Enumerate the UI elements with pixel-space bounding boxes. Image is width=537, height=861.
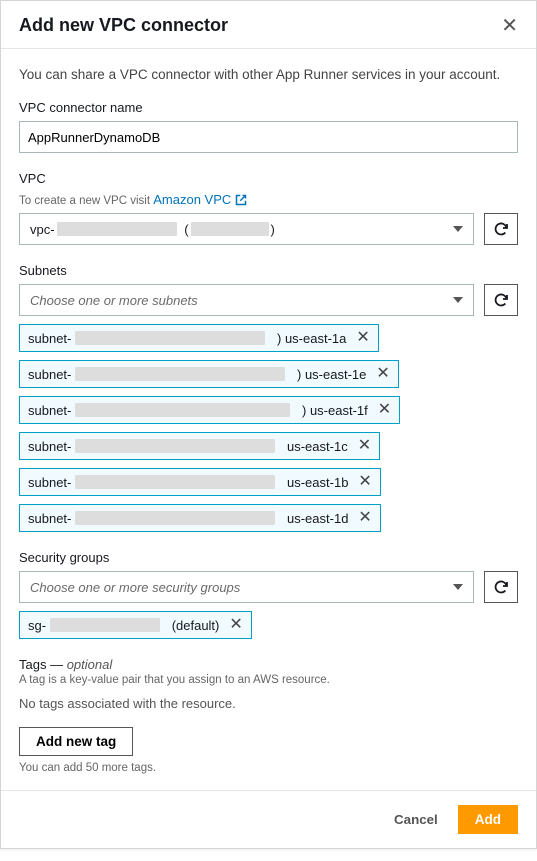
add-button[interactable]: Add [458,805,518,834]
vpc-refresh-button[interactable] [484,213,518,245]
vpc-select[interactable]: vpc- () [19,213,474,245]
subnet-token: subnet- ) us-east-1e ✕ [19,360,399,388]
close-icon[interactable]: ✕ [501,16,518,36]
security-groups-field: Security groups Choose one or more secur… [19,550,518,639]
vpc-connector-dialog: Add new VPC connector ✕ You can share a … [0,0,537,849]
remove-subnet-icon[interactable]: ✕ [356,330,369,346]
intro-text: You can share a VPC connector with other… [19,67,518,82]
redacted-text [50,618,160,632]
vpc-helper-prefix: To create a new VPC visit [19,195,153,207]
redacted-text [75,403,290,417]
subnet-token: subnet- ) us-east-1a ✕ [19,324,379,352]
tags-title: Tags — optional [19,657,518,672]
subnets-refresh-button[interactable] [484,284,518,316]
refresh-icon [493,221,509,237]
subnets-placeholder: Choose one or more subnets [30,293,198,308]
dialog-body: You can share a VPC connector with other… [1,49,536,790]
connector-name-label: VPC connector name [19,100,518,115]
external-link-icon [235,192,247,207]
security-groups-placeholder: Choose one or more security groups [30,580,240,595]
remove-subnet-icon[interactable]: ✕ [378,402,391,418]
connector-name-field: VPC connector name [19,100,518,153]
refresh-icon [493,579,509,595]
tags-empty-text: No tags associated with the resource. [19,696,518,711]
amazon-vpc-link[interactable]: Amazon VPC [153,192,247,207]
subnets-field: Subnets Choose one or more subnets subne… [19,263,518,532]
subnet-token: subnet- us-east-1b ✕ [19,468,381,496]
vpc-label: VPC [19,171,518,186]
redacted-text [191,222,269,236]
security-group-token: sg- (default) ✕ [19,611,252,639]
tags-hint: You can add 50 more tags. [19,762,518,774]
tags-field: Tags — optional A tag is a key-value pai… [19,657,518,774]
remove-subnet-icon[interactable]: ✕ [358,474,371,490]
subnet-token: subnet- ) us-east-1f ✕ [19,396,400,424]
remove-subnet-icon[interactable]: ✕ [358,510,371,526]
security-groups-select[interactable]: Choose one or more security groups [19,571,474,603]
remove-subnet-icon[interactable]: ✕ [376,366,389,382]
dialog-footer: Cancel Add [1,790,536,848]
security-groups-label: Security groups [19,550,518,565]
subnets-label: Subnets [19,263,518,278]
tags-description: A tag is a key-value pair that you assig… [19,674,518,686]
security-groups-refresh-button[interactable] [484,571,518,603]
subnet-tokens: subnet- ) us-east-1a ✕ subnet- ) us-east… [19,324,518,532]
dialog-header: Add new VPC connector ✕ [1,1,536,49]
dialog-title: Add new VPC connector [19,15,228,36]
redacted-text [75,331,265,345]
redacted-text [75,439,275,453]
vpc-field: VPC To create a new VPC visit Amazon VPC… [19,171,518,245]
subnet-token: subnet- us-east-1c ✕ [19,432,380,460]
cancel-button[interactable]: Cancel [380,805,452,834]
vpc-helper: To create a new VPC visit Amazon VPC [19,192,518,207]
subnets-select[interactable]: Choose one or more subnets [19,284,474,316]
vpc-selected-value: vpc- () [30,222,275,237]
connector-name-input[interactable] [19,121,518,153]
redacted-text [57,222,177,236]
remove-subnet-icon[interactable]: ✕ [358,438,371,454]
redacted-text [75,511,275,525]
chevron-down-icon [453,584,463,590]
remove-security-group-icon[interactable]: ✕ [229,617,242,633]
refresh-icon [493,292,509,308]
subnet-token: subnet- us-east-1d ✕ [19,504,381,532]
chevron-down-icon [453,226,463,232]
add-new-tag-button[interactable]: Add new tag [19,727,133,756]
security-group-tokens: sg- (default) ✕ [19,611,518,639]
chevron-down-icon [453,297,463,303]
redacted-text [75,475,275,489]
redacted-text [75,367,285,381]
